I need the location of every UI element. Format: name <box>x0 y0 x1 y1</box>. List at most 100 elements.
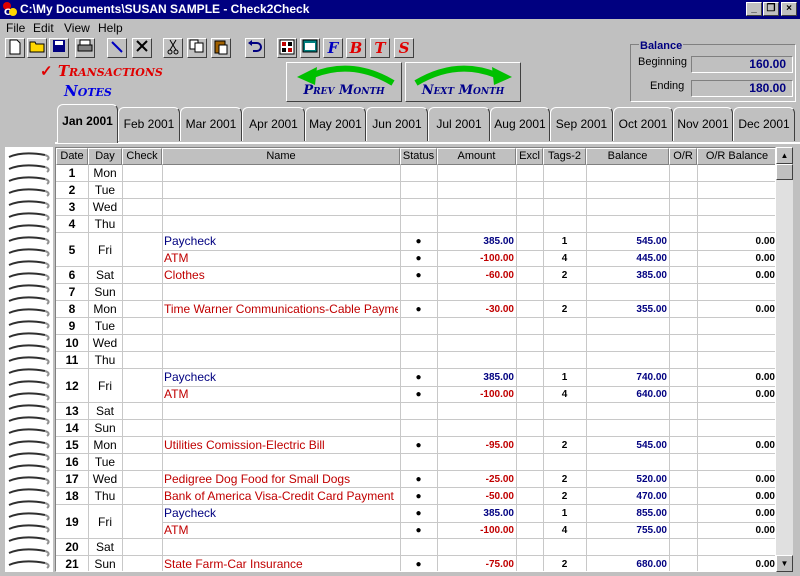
status-cell[interactable]: ● <box>402 233 435 250</box>
cut-button[interactable] <box>163 38 183 58</box>
day-cell[interactable]: Sun <box>90 556 120 571</box>
tab-month-12[interactable]: Dec 2001 <box>733 107 795 141</box>
date-cell[interactable]: 14 <box>58 420 86 437</box>
balance-cell[interactable]: 740.00 <box>588 369 667 386</box>
date-cell[interactable]: 6 <box>58 267 86 284</box>
undo-button[interactable] <box>245 38 265 58</box>
date-cell[interactable]: 1 <box>58 165 86 182</box>
tags-cell[interactable]: 4 <box>545 386 584 403</box>
date-cell[interactable]: 9 <box>58 318 86 335</box>
date-cell[interactable]: 8 <box>58 301 86 318</box>
menu-edit[interactable]: Edit <box>33 21 54 35</box>
or-balance-cell[interactable]: 0.00 <box>699 386 775 403</box>
scroll-up-button[interactable]: ▲ <box>776 147 793 164</box>
status-cell[interactable]: ● <box>402 267 435 284</box>
name-cell[interactable]: Paycheck <box>164 233 398 250</box>
table-row[interactable] <box>56 284 775 301</box>
tags-cell[interactable]: 1 <box>545 369 584 386</box>
or-balance-cell[interactable]: 0.00 <box>699 267 775 284</box>
day-cell[interactable]: Wed <box>90 335 120 352</box>
minimize-button[interactable]: _ <box>746 2 762 16</box>
save-button[interactable] <box>49 38 69 58</box>
table-row[interactable] <box>56 420 775 437</box>
date-cell[interactable]: 2 <box>58 182 86 199</box>
tags-cell[interactable]: 1 <box>545 233 584 250</box>
amount-cell[interactable]: -100.00 <box>439 250 514 267</box>
balance-cell[interactable]: 640.00 <box>588 386 667 403</box>
tags-cell[interactable]: 2 <box>545 488 584 505</box>
tab-month-11[interactable]: Nov 2001 <box>673 107 733 141</box>
date-cell[interactable]: 15 <box>58 437 86 454</box>
balance-cell[interactable]: 855.00 <box>588 505 667 522</box>
table-row[interactable] <box>56 352 775 369</box>
date-cell[interactable]: 21 <box>58 556 86 571</box>
font-s-button[interactable]: S <box>394 38 414 58</box>
date-cell[interactable]: 16 <box>58 454 86 471</box>
date-cell[interactable]: 13 <box>58 403 86 420</box>
notes-view-link[interactable]: Notes <box>64 82 112 100</box>
name-cell[interactable]: Utilities Comission-Electric Bill <box>164 437 398 454</box>
print-button[interactable] <box>75 38 95 58</box>
col-header-check[interactable]: Check <box>122 148 162 165</box>
font-t-button[interactable]: T <box>370 38 390 58</box>
balance-cell[interactable]: 755.00 <box>588 522 667 539</box>
calculator-button[interactable] <box>277 38 297 58</box>
col-header-name[interactable]: Name <box>162 148 400 165</box>
vertical-scrollbar[interactable]: ▲ ▼ <box>776 147 793 572</box>
status-cell[interactable]: ● <box>402 471 435 488</box>
date-cell[interactable]: 3 <box>58 199 86 216</box>
day-cell[interactable]: Tue <box>90 182 120 199</box>
tags-cell[interactable]: 2 <box>545 556 584 571</box>
col-header-o-r-balance[interactable]: O/R Balance <box>697 148 775 165</box>
status-cell[interactable]: ● <box>402 301 435 318</box>
name-cell[interactable]: Clothes <box>164 267 398 284</box>
day-cell[interactable]: Thu <box>90 216 120 233</box>
tab-month-10[interactable]: Oct 2001 <box>613 107 673 141</box>
table-row[interactable] <box>56 165 775 182</box>
tab-month-7[interactable]: Jul 2001 <box>428 107 490 141</box>
tab-month-5[interactable]: May 2001 <box>305 107 366 141</box>
balance-cell[interactable]: 680.00 <box>588 556 667 571</box>
status-cell[interactable]: ● <box>402 437 435 454</box>
balance-cell[interactable]: 385.00 <box>588 267 667 284</box>
day-cell[interactable]: Sat <box>90 539 120 556</box>
day-cell[interactable]: Wed <box>90 199 120 216</box>
col-header-o-r[interactable]: O/R <box>669 148 697 165</box>
table-row[interactable] <box>56 335 775 352</box>
date-cell[interactable]: 10 <box>58 335 86 352</box>
amount-cell[interactable]: -30.00 <box>439 301 514 318</box>
name-cell[interactable]: Time Warner Communications-Cable Payment <box>164 301 398 318</box>
col-header-date[interactable]: Date <box>56 148 88 165</box>
font-f-button[interactable]: F <box>323 38 343 58</box>
day-cell[interactable]: Sun <box>90 284 120 301</box>
tab-month-2[interactable]: Feb 2001 <box>118 107 180 141</box>
day-cell[interactable]: Fri <box>90 369 120 403</box>
day-cell[interactable]: Sun <box>90 420 120 437</box>
date-cell[interactable]: 12 <box>58 369 86 403</box>
edit-button[interactable] <box>107 38 127 58</box>
name-cell[interactable]: ATM <box>164 522 398 539</box>
status-cell[interactable]: ● <box>402 369 435 386</box>
date-cell[interactable]: 7 <box>58 284 86 301</box>
status-cell[interactable]: ● <box>402 505 435 522</box>
table-row[interactable] <box>56 318 775 335</box>
scroll-thumb[interactable] <box>776 164 793 180</box>
amount-cell[interactable]: -75.00 <box>439 556 514 571</box>
day-cell[interactable]: Sat <box>90 403 120 420</box>
paste-button[interactable] <box>211 38 231 58</box>
transactions-grid[interactable]: Date Day Check Name Status Amount Excl Tags-2 Ba… <box>55 147 776 572</box>
menu-view[interactable]: View <box>64 21 90 35</box>
prev-month-button[interactable]: Prev Month <box>286 62 402 102</box>
table-row[interactable] <box>56 216 775 233</box>
name-cell[interactable]: Paycheck <box>164 369 398 386</box>
or-balance-cell[interactable]: 0.00 <box>699 556 775 571</box>
name-cell[interactable]: Bank of America Visa-Credit Card Payment <box>164 488 398 505</box>
or-balance-cell[interactable]: 0.00 <box>699 437 775 454</box>
balance-cell[interactable]: 545.00 <box>588 437 667 454</box>
status-cell[interactable]: ● <box>402 556 435 571</box>
tags-cell[interactable]: 4 <box>545 250 584 267</box>
amount-cell[interactable]: -50.00 <box>439 488 514 505</box>
open-button[interactable] <box>27 38 47 58</box>
table-row[interactable] <box>56 454 775 471</box>
restore-button[interactable]: ❐ <box>763 2 779 16</box>
